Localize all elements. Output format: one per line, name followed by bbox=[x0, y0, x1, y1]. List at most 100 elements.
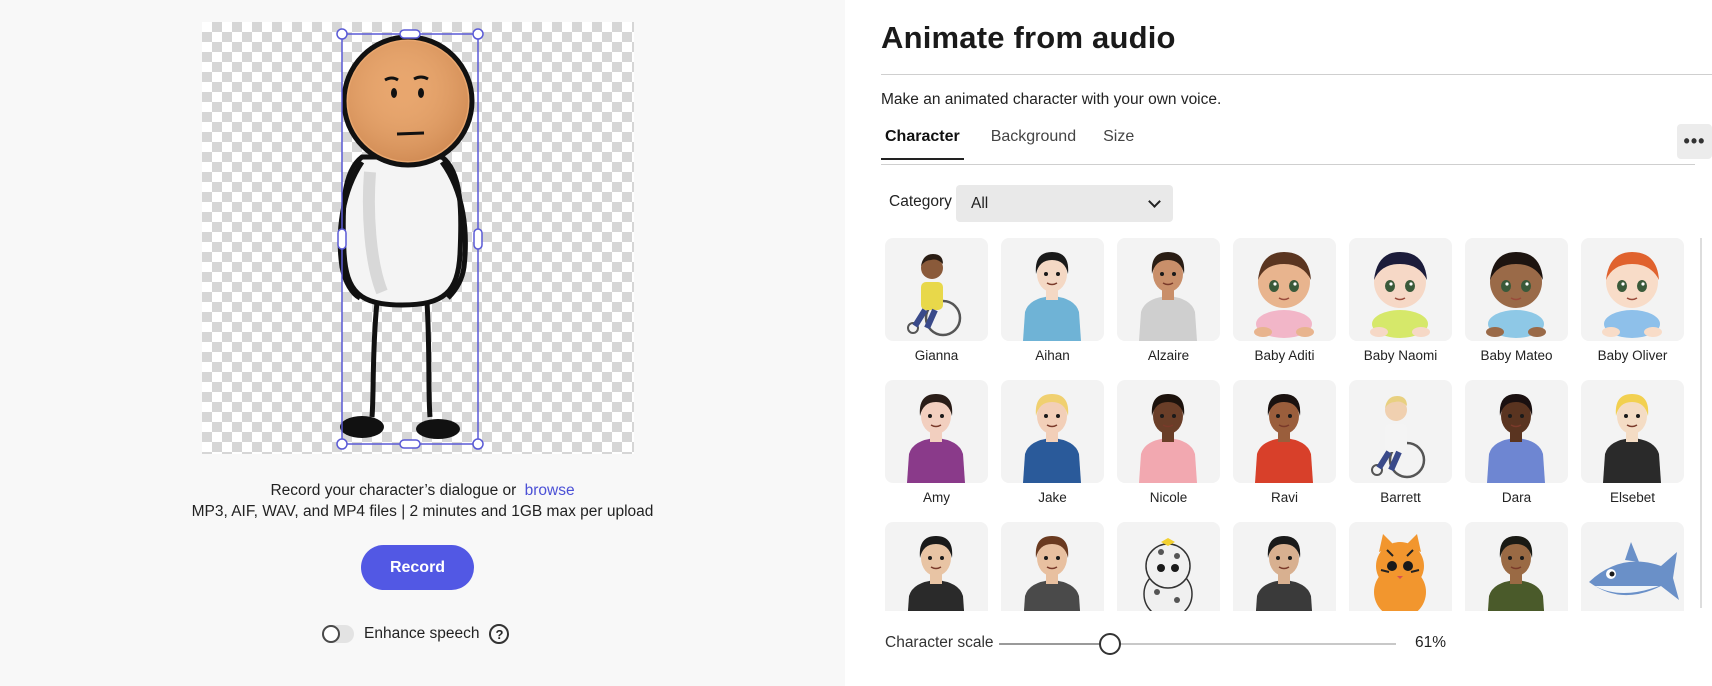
character-thumbnail bbox=[1349, 238, 1452, 341]
character-avatar bbox=[907, 536, 965, 611]
character-thumbnail bbox=[1001, 522, 1104, 611]
character-card[interactable]: Gianna bbox=[885, 238, 988, 380]
character-thumbnail bbox=[1117, 238, 1220, 341]
character-thumbnail bbox=[1581, 238, 1684, 341]
character-avatar bbox=[1589, 542, 1679, 600]
character-name: Ravi bbox=[1270, 490, 1298, 505]
character-card[interactable] bbox=[1465, 522, 1568, 611]
character-card[interactable]: Ravi bbox=[1233, 380, 1336, 522]
record-button[interactable]: Record bbox=[361, 545, 474, 590]
tab-background[interactable]: Background bbox=[991, 128, 1076, 160]
character-scale-label: Character scale bbox=[885, 634, 994, 651]
character-avatar bbox=[1139, 252, 1197, 341]
character-card[interactable] bbox=[1117, 522, 1220, 611]
character-scale-value: 61% bbox=[1415, 634, 1447, 651]
enhance-speech-toggle[interactable] bbox=[322, 625, 354, 643]
browse-link[interactable]: browse bbox=[525, 482, 575, 499]
panel-title: Animate from audio bbox=[881, 20, 1176, 55]
character-card[interactable] bbox=[885, 522, 988, 611]
character-thumbnail bbox=[1001, 238, 1104, 341]
character-name: Amy bbox=[923, 490, 950, 505]
character-thumbnail bbox=[1233, 380, 1336, 483]
character-card[interactable]: Elsebet bbox=[1581, 380, 1684, 522]
character-thumbnail bbox=[1233, 238, 1336, 341]
character-thumbnail bbox=[1349, 380, 1452, 483]
character-name: Baby Aditi bbox=[1254, 348, 1315, 363]
character-avatar bbox=[907, 394, 965, 483]
character-name: Jake bbox=[1038, 490, 1067, 505]
character-thumbnail bbox=[1117, 522, 1220, 611]
character-thumbnail bbox=[1465, 380, 1568, 483]
character-card[interactable]: Nicole bbox=[1117, 380, 1220, 522]
character-avatar bbox=[1255, 394, 1313, 483]
character-card[interactable]: Baby Naomi bbox=[1349, 238, 1452, 380]
character-thumbnail bbox=[1581, 380, 1684, 483]
panel-subtitle: Make an animated character with your own… bbox=[881, 91, 1222, 108]
character-name: Barrett bbox=[1380, 490, 1421, 505]
character-avatar bbox=[1139, 394, 1197, 483]
help-icon[interactable]: ? bbox=[489, 624, 510, 644]
character-card[interactable]: Amy bbox=[885, 380, 988, 522]
character-thumbnail bbox=[1581, 522, 1684, 611]
character-avatar bbox=[1602, 252, 1662, 338]
character-canvas[interactable] bbox=[202, 22, 634, 454]
character-avatar bbox=[1486, 252, 1546, 338]
character-name: Baby Naomi bbox=[1363, 348, 1438, 363]
slider-fill bbox=[999, 643, 1111, 645]
character-thumbnail bbox=[1117, 380, 1220, 483]
tab-size[interactable]: Size bbox=[1103, 128, 1134, 160]
character-card[interactable]: Baby Aditi bbox=[1233, 238, 1336, 380]
category-label: Category bbox=[889, 193, 952, 210]
character-avatar bbox=[1023, 536, 1081, 611]
toggle-knob bbox=[322, 625, 340, 643]
character-card[interactable] bbox=[1233, 522, 1336, 611]
character-name: Baby Oliver bbox=[1597, 348, 1668, 363]
character-avatar bbox=[1487, 536, 1545, 611]
upload-formats: MP3, AIF, WAV, and MP4 files | 2 minutes… bbox=[191, 503, 654, 520]
character-avatar bbox=[1255, 536, 1313, 611]
character-thumbnail bbox=[1465, 522, 1568, 611]
character-thumbnail bbox=[1349, 522, 1452, 611]
tab-bar: Character Background Size bbox=[881, 128, 1134, 160]
character-thumbnail bbox=[885, 238, 988, 341]
gallery-scrollbar[interactable] bbox=[1700, 238, 1702, 608]
category-dropdown[interactable]: All bbox=[956, 185, 1173, 222]
character-card[interactable]: Jake bbox=[1001, 380, 1104, 522]
character-grid: Gianna Aihan Alzaire Baby Aditi Baby Naomi Ba… bbox=[885, 238, 1712, 611]
more-options-button[interactable]: ••• bbox=[1677, 124, 1712, 159]
enhance-speech-label: Enhance speech bbox=[364, 625, 480, 642]
character-card[interactable] bbox=[1349, 522, 1452, 611]
upload-prompt: Record your character’s dialogue or brow… bbox=[0, 482, 845, 500]
tab-character[interactable]: Character bbox=[881, 128, 964, 160]
character-thumbnail bbox=[885, 380, 988, 483]
character-name: Aihan bbox=[1035, 348, 1070, 363]
stage-area: Record your character’s dialogue or brow… bbox=[0, 0, 845, 686]
character-name: Nicole bbox=[1149, 490, 1188, 505]
character-thumbnail bbox=[885, 522, 988, 611]
character-scale-slider[interactable] bbox=[999, 633, 1396, 655]
character-thumbnail bbox=[1465, 238, 1568, 341]
character-card[interactable]: Baby Oliver bbox=[1581, 238, 1684, 380]
divider bbox=[881, 74, 1712, 75]
character-avatar bbox=[1254, 252, 1314, 338]
stick-character[interactable] bbox=[202, 22, 634, 454]
character-avatar bbox=[1023, 252, 1081, 341]
character-avatar bbox=[1603, 394, 1661, 483]
character-avatar bbox=[1143, 538, 1193, 611]
chevron-down-icon bbox=[1148, 194, 1161, 208]
slider-thumb[interactable] bbox=[1099, 633, 1122, 655]
character-name: Alzaire bbox=[1147, 348, 1190, 363]
character-avatar bbox=[1370, 252, 1430, 338]
character-card[interactable]: Alzaire bbox=[1117, 238, 1220, 380]
character-card[interactable]: Baby Mateo bbox=[1465, 238, 1568, 380]
character-avatar bbox=[1487, 394, 1545, 483]
animate-panel: Animate from audio Make an animated char… bbox=[845, 0, 1712, 686]
character-card[interactable]: Aihan bbox=[1001, 238, 1104, 380]
character-card[interactable]: Barrett bbox=[1349, 380, 1452, 522]
character-name: Elsebet bbox=[1609, 490, 1656, 505]
character-card[interactable] bbox=[1001, 522, 1104, 611]
character-card[interactable]: Dara bbox=[1465, 380, 1568, 522]
character-avatar bbox=[907, 254, 962, 337]
character-gallery[interactable]: Gianna Aihan Alzaire Baby Aditi Baby Naomi Ba… bbox=[885, 238, 1712, 611]
character-card[interactable] bbox=[1581, 522, 1684, 611]
